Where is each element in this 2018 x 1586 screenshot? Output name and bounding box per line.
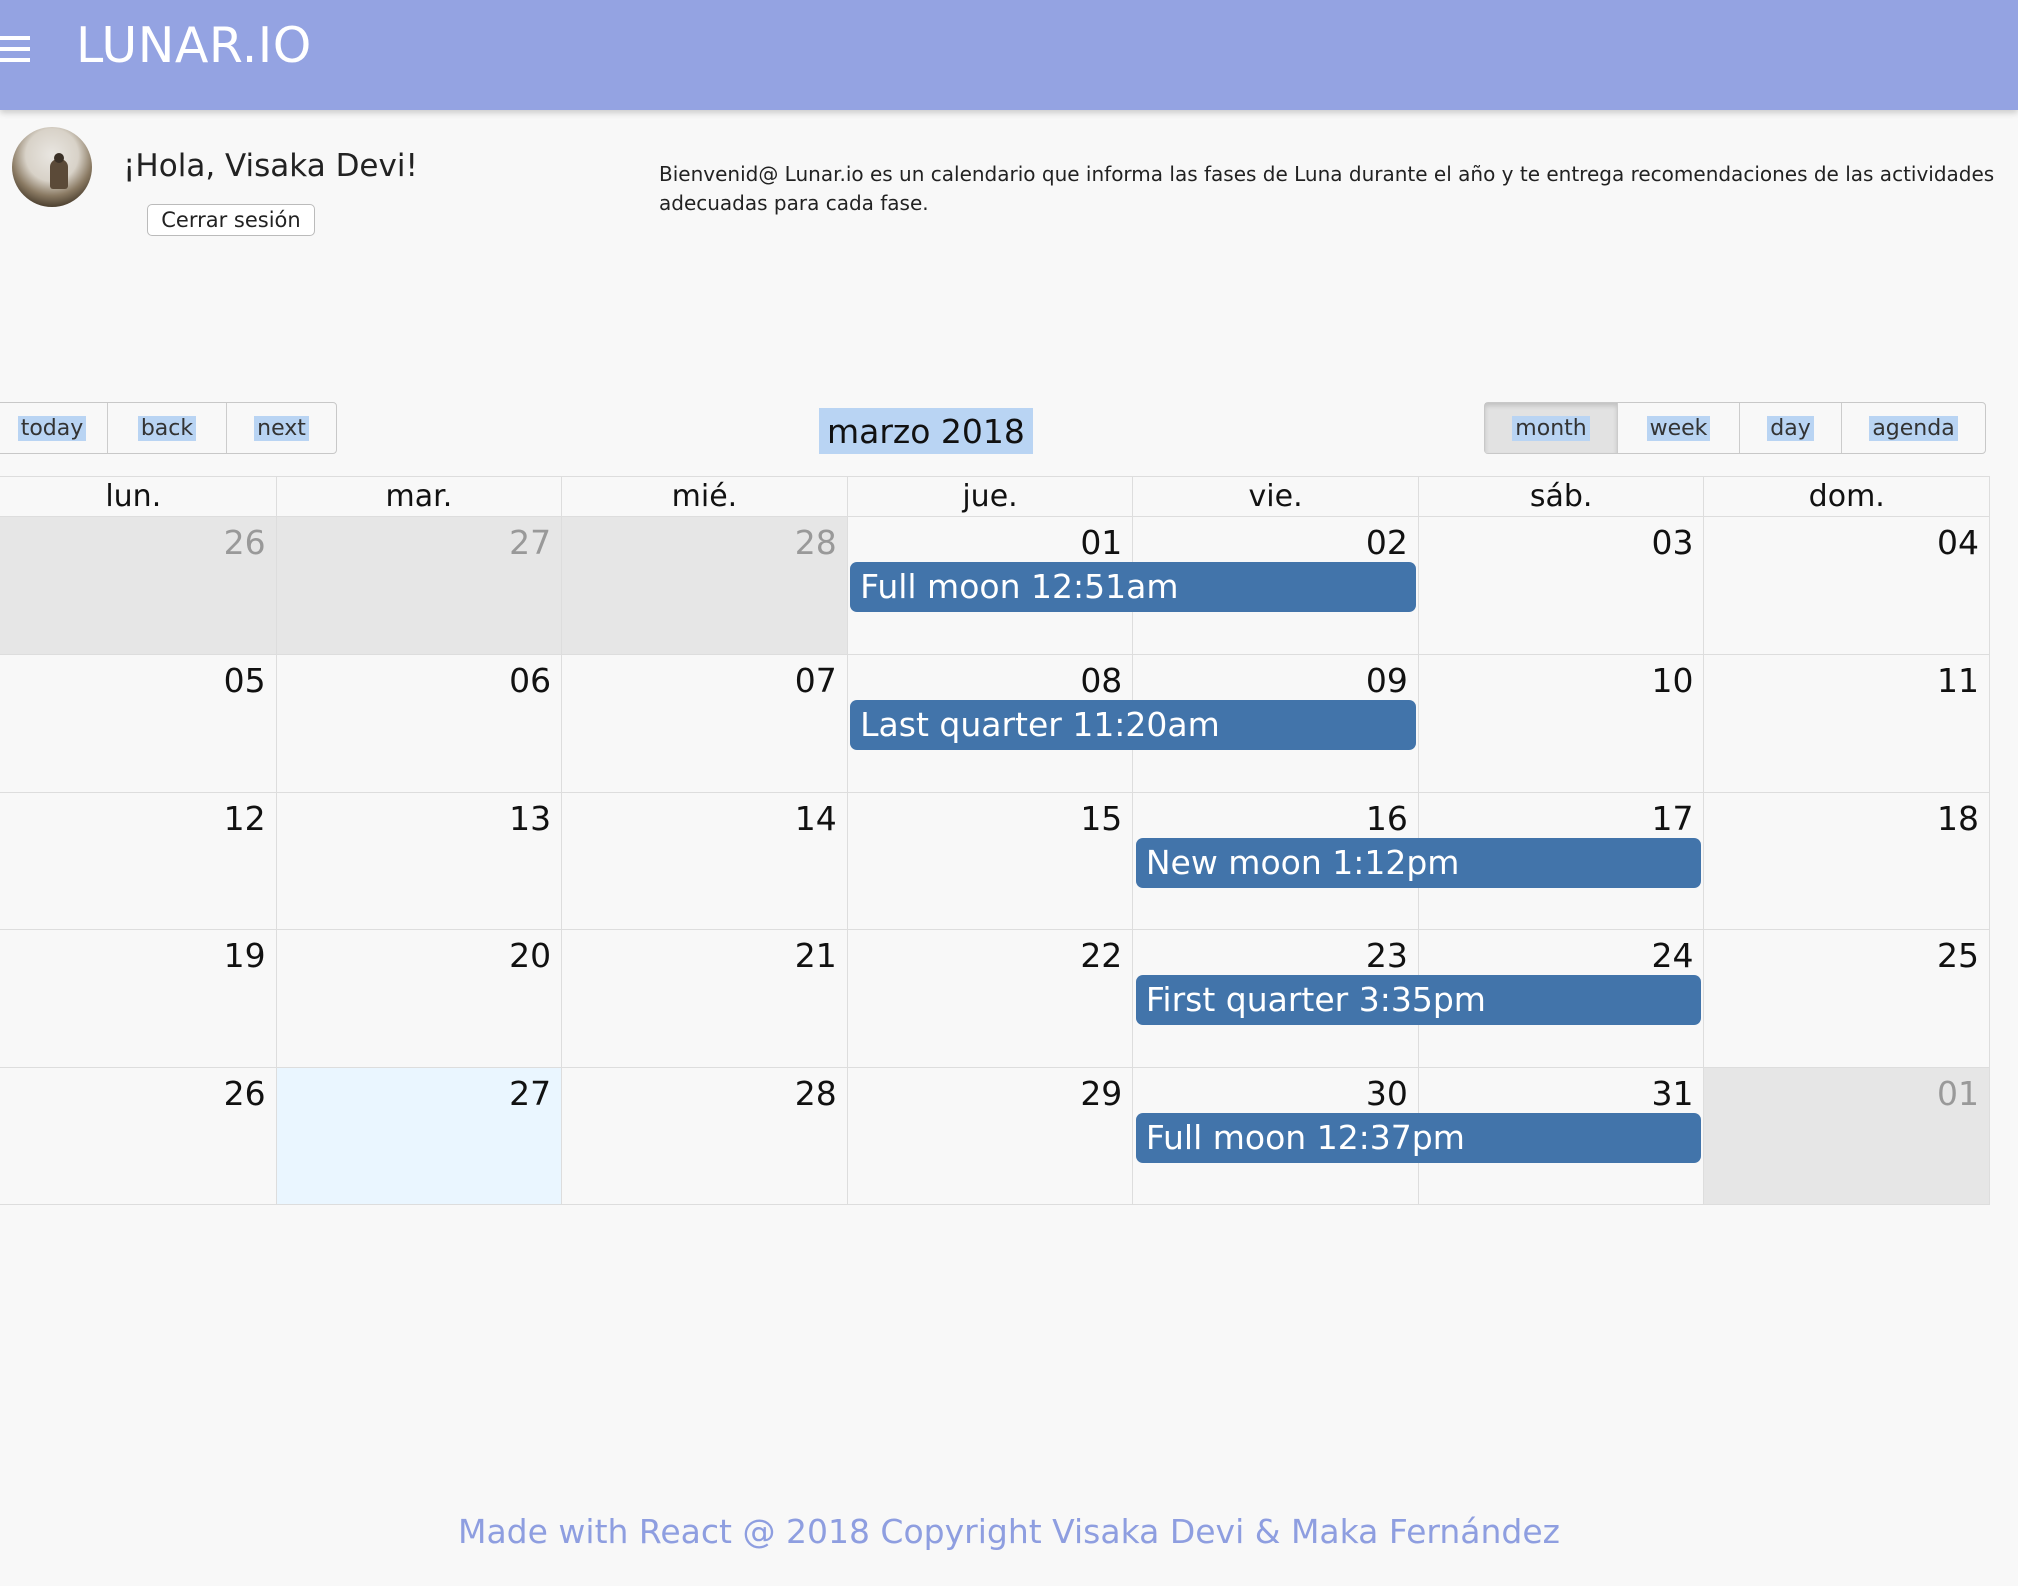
day-number[interactable]: 28 xyxy=(795,1074,837,1113)
avatar xyxy=(12,127,92,207)
weekday-header-cell: sáb. xyxy=(1417,477,1704,516)
menu-icon[interactable] xyxy=(0,36,30,62)
day-number[interactable]: 17 xyxy=(1651,799,1693,838)
calendar-day-cell[interactable]: 22 xyxy=(846,930,1133,1067)
moon-phase-event[interactable]: Last quarter 11:20am xyxy=(850,700,1416,751)
day-number[interactable]: 18 xyxy=(1937,799,1979,838)
calendar-day-cell[interactable]: 03 xyxy=(1417,517,1704,655)
weekday-header-cell: vie. xyxy=(1132,477,1418,516)
calendar-day-cell[interactable]: 21 xyxy=(561,930,847,1067)
calendar-period-label: marzo 2018 xyxy=(819,408,1033,454)
day-number[interactable]: 03 xyxy=(1651,523,1693,562)
month-calendar: lun. mar. mié. jue. vie. sáb. dom. 26 27 28 01 02 0… xyxy=(0,476,1990,1205)
calendar-day-cell[interactable]: 10 xyxy=(1417,655,1704,792)
day-number[interactable]: 21 xyxy=(795,936,837,975)
day-number[interactable]: 04 xyxy=(1937,523,1979,562)
calendar-day-cell[interactable]: 28 xyxy=(561,517,847,655)
calendar-weeks: 26 27 28 01 02 03 04 Full moon 12:51am 05 06 07 08 0… xyxy=(0,517,1990,1204)
weekday-header: lun. mar. mié. jue. vie. sáb. dom. xyxy=(0,477,1989,517)
user-greeting: ¡Hola, Visaka Devi! xyxy=(123,148,418,184)
back-button[interactable]: back xyxy=(107,403,226,453)
day-number[interactable]: 26 xyxy=(224,1074,266,1113)
day-number[interactable]: 16 xyxy=(1366,799,1408,838)
day-number[interactable]: 27 xyxy=(509,523,551,562)
footer-credit: Made with React @ 2018 Copyright Visaka … xyxy=(457,1512,1560,1551)
calendar-day-cell[interactable]: 27 xyxy=(275,1067,562,1204)
view-switcher: month week day agenda xyxy=(1484,402,1986,454)
view-month-button[interactable]: month xyxy=(1485,403,1617,453)
calendar-day-cell[interactable]: 13 xyxy=(275,792,562,930)
calendar-day-cell[interactable]: 01 xyxy=(1703,1067,1990,1204)
day-number[interactable]: 23 xyxy=(1366,936,1408,975)
day-number[interactable]: 26 xyxy=(224,523,266,562)
calendar-day-cell[interactable]: 07 xyxy=(561,655,847,792)
calendar-day-cell[interactable]: 15 xyxy=(846,792,1133,930)
day-number[interactable]: 08 xyxy=(1080,661,1122,700)
view-day-button[interactable]: day xyxy=(1739,403,1841,453)
calendar-day-cell[interactable]: 26 xyxy=(0,1068,276,1204)
day-number[interactable]: 31 xyxy=(1651,1074,1693,1113)
day-number[interactable]: 11 xyxy=(1937,661,1979,700)
moon-phase-event[interactable]: Full moon 12:37pm xyxy=(1135,1112,1702,1163)
calendar-day-cell[interactable]: 20 xyxy=(275,930,562,1067)
day-number[interactable]: 14 xyxy=(795,799,837,838)
next-button[interactable]: next xyxy=(226,403,336,453)
day-number[interactable]: 27 xyxy=(509,1074,551,1113)
calendar-day-cell[interactable]: 12 xyxy=(0,793,276,929)
welcome-text: Bienvenid@ Lunar.io es un calendario que… xyxy=(659,162,1995,215)
weekday-header-cell: mié. xyxy=(561,477,847,516)
day-number[interactable]: 09 xyxy=(1366,661,1408,700)
logout-button[interactable]: Cerrar sesión xyxy=(147,204,315,236)
calendar-day-cell[interactable]: 19 xyxy=(0,930,276,1066)
day-number[interactable]: 07 xyxy=(795,661,837,700)
calendar-week-row: 12 13 14 15 16 17 18 New moon 1:12pm xyxy=(0,791,1989,930)
calendar-week-row: 26 27 28 29 30 31 01 Full moon 12:37pm xyxy=(0,1066,1990,1204)
calendar-day-cell[interactable]: 29 xyxy=(846,1067,1133,1204)
top-app-bar: LUNAR.IO xyxy=(0,0,2018,110)
calendar-day-cell[interactable]: 25 xyxy=(1703,930,1989,1067)
moon-phase-event[interactable]: Full moon 12:51am xyxy=(850,562,1416,612)
weekday-header-cell: mar. xyxy=(275,477,562,516)
day-number[interactable]: 30 xyxy=(1366,1074,1408,1113)
day-number[interactable]: 06 xyxy=(509,661,551,700)
day-number[interactable]: 02 xyxy=(1366,523,1408,562)
calendar-day-cell[interactable]: 06 xyxy=(275,655,562,792)
day-number[interactable]: 20 xyxy=(509,936,551,975)
view-week-button[interactable]: week xyxy=(1617,403,1739,453)
calendar-nav-group: today back next xyxy=(0,402,337,454)
moon-phase-event[interactable]: First quarter 3:35pm xyxy=(1135,975,1702,1026)
calendar-day-cell[interactable]: 04 xyxy=(1703,517,1989,655)
calendar-day-cell[interactable]: 28 xyxy=(561,1067,847,1204)
day-number[interactable]: 01 xyxy=(1080,523,1122,562)
calendar-day-cell[interactable]: 18 xyxy=(1703,792,1989,930)
view-agenda-button[interactable]: agenda xyxy=(1841,403,1985,453)
calendar-week-row: 26 27 28 01 02 03 04 Full moon 12:51am xyxy=(0,517,1989,655)
app-title: LUNAR.IO xyxy=(76,17,312,74)
weekday-header-cell: dom. xyxy=(1703,477,1989,516)
weekday-header-cell: lun. xyxy=(105,479,162,514)
day-number[interactable]: 24 xyxy=(1651,936,1693,975)
day-number[interactable]: 05 xyxy=(224,661,266,700)
calendar-day-cell[interactable]: 05 xyxy=(0,655,276,791)
calendar-day-cell[interactable]: 26 xyxy=(0,517,276,655)
day-number[interactable]: 29 xyxy=(1080,1074,1122,1113)
calendar-day-cell[interactable]: 11 xyxy=(1703,655,1989,792)
day-number[interactable]: 25 xyxy=(1937,936,1979,975)
day-number[interactable]: 12 xyxy=(224,799,266,838)
day-number[interactable]: 22 xyxy=(1080,936,1122,975)
day-number[interactable]: 19 xyxy=(224,936,266,975)
day-number[interactable]: 13 xyxy=(509,799,551,838)
calendar-week-row: 19 20 21 22 23 24 25 First quarter 3:35pm xyxy=(0,929,1989,1067)
calendar-day-cell[interactable]: 14 xyxy=(561,792,847,930)
calendar-day-cell[interactable]: 27 xyxy=(275,517,562,655)
calendar-week-row: 05 06 07 08 09 10 11 Last quarter 11:20am xyxy=(0,654,1989,792)
day-number[interactable]: 01 xyxy=(1937,1074,1979,1113)
day-number[interactable]: 28 xyxy=(795,523,837,562)
moon-phase-event[interactable]: New moon 1:12pm xyxy=(1135,837,1702,888)
day-number[interactable]: 10 xyxy=(1651,661,1693,700)
day-number[interactable]: 15 xyxy=(1080,799,1122,838)
today-button[interactable]: today xyxy=(0,403,107,453)
weekday-header-cell: jue. xyxy=(846,477,1133,516)
